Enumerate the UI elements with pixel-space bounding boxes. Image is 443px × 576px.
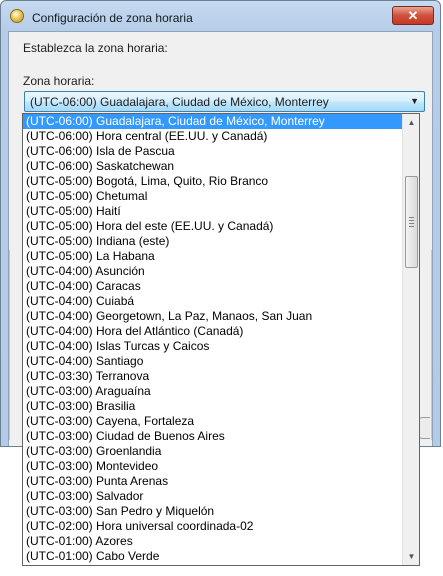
timezone-option[interactable]: (UTC-03:00) Punta Arenas (23, 474, 403, 489)
timezone-option[interactable]: (UTC-04:00) Caracas (23, 279, 403, 294)
timezone-option[interactable]: (UTC-04:00) Santiago (23, 354, 403, 369)
timezone-option[interactable]: (UTC-05:00) Bogotá, Lima, Quito, Rio Bra… (23, 174, 403, 189)
scroll-up-arrow-icon[interactable]: ▲ (404, 115, 419, 130)
dropdown-scrollbar[interactable]: ▲ ▼ (402, 114, 419, 565)
timezone-dropdown-list[interactable]: (UTC-06:00) Guadalajara, Ciudad de Méxic… (22, 113, 420, 566)
hidden-button-edge[interactable] (419, 417, 430, 439)
group-box-border-right (427, 250, 432, 440)
close-button[interactable]: ✕ (392, 6, 434, 25)
timezone-option[interactable]: (UTC-04:00) Hora del Atlántico (Canadá) (23, 324, 403, 339)
timezone-option[interactable]: (UTC-06:00) Saskatchewan (23, 159, 403, 174)
timezone-option[interactable]: (UTC-06:00) Guadalajara, Ciudad de Méxic… (23, 114, 403, 129)
timezone-option[interactable]: (UTC-05:00) Hora del este (EE.UU. y Cana… (23, 219, 403, 234)
timezone-option[interactable]: (UTC-05:00) La Habana (23, 249, 403, 264)
timezone-label: Zona horaria: (23, 74, 95, 88)
timezone-option[interactable]: (UTC-01:00) Cabo Verde (23, 549, 403, 564)
timezone-option[interactable]: (UTC-05:00) Haití (23, 204, 403, 219)
timezone-option[interactable]: (UTC-03:00) Montevideo (23, 459, 403, 474)
timezone-option[interactable]: (UTC-03:00) Groenlandia (23, 444, 403, 459)
timezone-options: (UTC-06:00) Guadalajara, Ciudad de Méxic… (23, 114, 403, 564)
scrollbar-thumb[interactable] (405, 176, 418, 268)
window-title: Configuración de zona horaria (32, 11, 193, 25)
timezone-select-value: (UTC-06:00) Guadalajara, Ciudad de Méxic… (30, 95, 329, 109)
timezone-option[interactable]: (UTC-03:00) Brasilia (23, 399, 403, 414)
timezone-option[interactable]: (UTC-03:00) Salvador (23, 489, 403, 504)
timezone-option[interactable]: (UTC-03:00) Ciudad de Buenos Aires (23, 429, 403, 444)
timezone-option[interactable]: (UTC-05:00) Chetumal (23, 189, 403, 204)
timezone-option[interactable]: (UTC-01:00) Azores (23, 534, 403, 549)
timezone-option[interactable]: (UTC-04:00) Georgetown, La Paz, Manaos, … (23, 309, 403, 324)
timezone-option[interactable]: (UTC-02:00) Hora universal coordinada-02 (23, 519, 403, 534)
globe-clock-icon (10, 9, 24, 23)
group-box-border-left (9, 250, 14, 440)
chevron-down-icon[interactable]: ▼ (410, 96, 419, 106)
timezone-option[interactable]: (UTC-03:00) Cayena, Fortaleza (23, 414, 403, 429)
timezone-option[interactable]: (UTC-04:00) Islas Turcas y Caicos (23, 339, 403, 354)
timezone-option[interactable]: (UTC-03:00) Araguaína (23, 384, 403, 399)
timezone-option[interactable]: (UTC-04:00) Cuiabá (23, 294, 403, 309)
timezone-option[interactable]: (UTC-04:00) Asunción (23, 264, 403, 279)
title-bar[interactable]: Configuración de zona horaria ✕ (1, 1, 440, 31)
scroll-down-arrow-icon[interactable]: ▼ (404, 549, 419, 564)
timezone-option[interactable]: (UTC-03:00) San Pedro y Miquelón (23, 504, 403, 519)
timezone-select[interactable]: (UTC-06:00) Guadalajara, Ciudad de Méxic… (24, 91, 425, 112)
timezone-option[interactable]: (UTC-06:00) Hora central (EE.UU. y Canad… (23, 129, 403, 144)
dialog-heading: Establezca la zona horaria: (23, 41, 168, 55)
timezone-option[interactable]: (UTC-05:00) Indiana (este) (23, 234, 403, 249)
timezone-option[interactable]: (UTC-03:30) Terranova (23, 369, 403, 384)
timezone-option[interactable]: (UTC-06:00) Isla de Pascua (23, 144, 403, 159)
